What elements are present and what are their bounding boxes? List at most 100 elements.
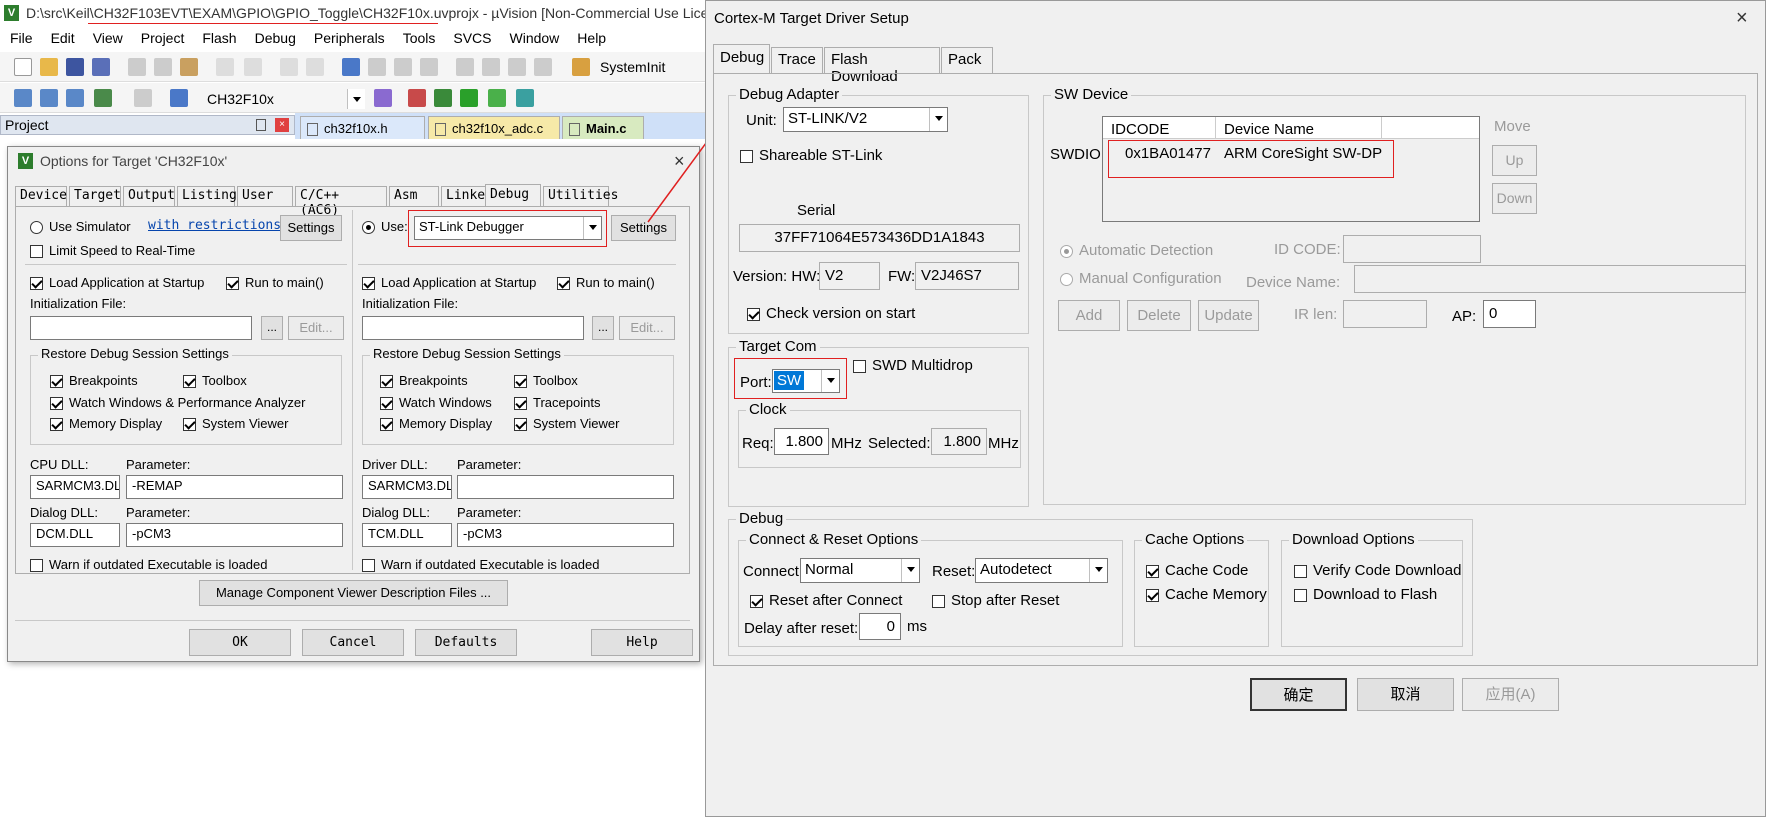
- with-restrictions-link[interactable]: with restrictions: [148, 218, 281, 233]
- req-clock-input[interactable]: 1.800: [774, 428, 829, 455]
- check-version-checkbox[interactable]: Check version on start: [747, 305, 915, 322]
- editor-tab-ch32f10x-h[interactable]: ch32f10x.h: [300, 116, 425, 139]
- nav-back-icon[interactable]: [280, 58, 298, 76]
- batch-build-icon[interactable]: [94, 89, 112, 107]
- editor-tab-main-c[interactable]: Main.c: [562, 116, 644, 139]
- tab-output[interactable]: Output: [123, 186, 175, 206]
- memory-checkbox-left[interactable]: Memory Display: [50, 416, 162, 432]
- add-button[interactable]: Add: [1058, 300, 1120, 331]
- cpu-param-input[interactable]: -REMAP: [126, 475, 343, 499]
- sysviewer-checkbox-right[interactable]: System Viewer: [514, 416, 619, 432]
- tab-debug[interactable]: Debug: [485, 184, 541, 206]
- simulator-settings-button[interactable]: Settings: [280, 215, 342, 241]
- dialog-param-input-right[interactable]: -pCM3: [457, 523, 674, 547]
- ir-len-input[interactable]: [1343, 300, 1427, 328]
- select-packs-icon[interactable]: [488, 89, 506, 107]
- connect-select[interactable]: Normal: [800, 558, 920, 583]
- init-file-browse-left[interactable]: ...: [261, 316, 283, 340]
- init-file-browse-right[interactable]: ...: [592, 316, 614, 340]
- redo-icon[interactable]: [244, 58, 262, 76]
- menu-svcs[interactable]: SVCS: [453, 30, 491, 46]
- menu-project[interactable]: Project: [141, 30, 185, 46]
- stop-after-reset-checkbox[interactable]: Stop after Reset: [932, 592, 1059, 609]
- save-icon[interactable]: [66, 58, 84, 76]
- use-debugger-radio[interactable]: Use:: [362, 219, 408, 235]
- menu-tools[interactable]: Tools: [403, 30, 436, 46]
- manage-component-viewer-button[interactable]: Manage Component Viewer Description File…: [199, 580, 508, 606]
- reset-select[interactable]: Autodetect: [975, 558, 1108, 583]
- manual-config-radio[interactable]: Manual Configuration: [1060, 270, 1222, 287]
- tab-user[interactable]: User: [237, 186, 293, 206]
- target-select[interactable]: CH32F10x: [202, 88, 366, 110]
- update-button[interactable]: Update: [1198, 300, 1259, 331]
- watch-checkbox-right[interactable]: Watch Windows: [380, 395, 492, 411]
- cortex-cancel-button[interactable]: 取消: [1357, 678, 1454, 711]
- ap-input[interactable]: 0: [1483, 300, 1536, 328]
- menu-debug[interactable]: Debug: [255, 30, 296, 46]
- stop-build-icon[interactable]: [134, 89, 152, 107]
- pin-icon[interactable]: [256, 119, 266, 131]
- driver-dll-input[interactable]: SARMCM3.DLL: [362, 475, 452, 499]
- undo-icon[interactable]: [216, 58, 234, 76]
- manage-project-icon[interactable]: [408, 89, 426, 107]
- shareable-checkbox[interactable]: Shareable ST-Link: [740, 147, 882, 164]
- run-to-main-checkbox-left[interactable]: Run to main(): [226, 275, 324, 291]
- new-file-icon[interactable]: [14, 58, 32, 76]
- menu-flash[interactable]: Flash: [202, 30, 236, 46]
- cache-memory-checkbox[interactable]: Cache Memory: [1146, 586, 1267, 603]
- delay-input[interactable]: 0: [859, 613, 901, 640]
- load-app-checkbox-left[interactable]: Load Application at Startup: [30, 275, 204, 291]
- warn-checkbox-left[interactable]: Warn if outdated Executable is loaded: [30, 557, 268, 573]
- find-in-files-icon[interactable]: [572, 58, 590, 76]
- tab-cortex-debug[interactable]: Debug: [713, 44, 770, 74]
- pack-installer-icon[interactable]: [460, 89, 478, 107]
- tab-asm[interactable]: Asm: [389, 186, 439, 206]
- auto-detect-radio[interactable]: Automatic Detection: [1060, 242, 1213, 259]
- ok-button[interactable]: OK: [189, 629, 291, 656]
- tab-cortex-flash-download[interactable]: Flash Download: [824, 47, 940, 85]
- menu-edit[interactable]: Edit: [51, 30, 75, 46]
- menu-file[interactable]: File: [10, 30, 33, 46]
- dialog-dll-input-left[interactable]: DCM.DLL: [30, 523, 120, 547]
- sysviewer-checkbox-left[interactable]: System Viewer: [183, 416, 288, 432]
- cortex-ok-button[interactable]: 确定: [1250, 678, 1347, 711]
- memory-checkbox-right[interactable]: Memory Display: [380, 416, 492, 432]
- build-icon[interactable]: [40, 89, 58, 107]
- bookmark-clear-icon[interactable]: [420, 58, 438, 76]
- load-app-checkbox-right[interactable]: Load Application at Startup: [362, 275, 536, 291]
- tab-listing[interactable]: Listing: [177, 186, 237, 206]
- unit-select[interactable]: ST-LINK/V2: [783, 107, 948, 132]
- copy-icon[interactable]: [154, 58, 172, 76]
- limit-speed-checkbox[interactable]: Limit Speed to Real-Time: [30, 243, 195, 259]
- bookmark-next-icon[interactable]: [394, 58, 412, 76]
- nav-forward-icon[interactable]: [306, 58, 324, 76]
- toolbox-checkbox-right[interactable]: Toolbox: [514, 373, 578, 389]
- translate-icon[interactable]: [14, 89, 32, 107]
- tab-cpp[interactable]: C/C++ (AC6): [295, 186, 387, 218]
- uncomment-icon[interactable]: [534, 58, 552, 76]
- toolbox-checkbox-left[interactable]: Toolbox: [183, 373, 247, 389]
- download-flash-checkbox[interactable]: Download to Flash: [1294, 586, 1437, 603]
- menu-window[interactable]: Window: [510, 30, 560, 46]
- tab-cortex-pack[interactable]: Pack: [941, 47, 993, 74]
- reset-after-connect-checkbox[interactable]: Reset after Connect: [750, 592, 902, 609]
- breakpoints-checkbox-left[interactable]: Breakpoints: [50, 373, 138, 389]
- tab-utilities[interactable]: Utilities: [543, 186, 618, 206]
- runtime-env-icon[interactable]: [516, 89, 534, 107]
- init-file-input-left[interactable]: [30, 316, 252, 340]
- close-pane-icon[interactable]: ×: [275, 118, 289, 132]
- swd-multidrop-checkbox[interactable]: SWD Multidrop: [853, 357, 973, 374]
- verify-code-checkbox[interactable]: Verify Code Download: [1294, 562, 1461, 579]
- use-simulator-radio[interactable]: Use Simulator: [30, 219, 131, 235]
- cache-code-checkbox[interactable]: Cache Code: [1146, 562, 1248, 579]
- bookmark-icon[interactable]: [342, 58, 360, 76]
- cancel-button[interactable]: Cancel: [302, 629, 404, 656]
- save-all-icon[interactable]: [92, 58, 110, 76]
- run-to-main-checkbox-right[interactable]: Run to main(): [557, 275, 655, 291]
- comment-icon[interactable]: [508, 58, 526, 76]
- open-icon[interactable]: [40, 58, 58, 76]
- manage-env-icon[interactable]: [434, 89, 452, 107]
- id-code-input[interactable]: [1343, 235, 1481, 263]
- init-file-input-right[interactable]: [362, 316, 584, 340]
- editor-tab-ch32f10x-adc-c[interactable]: ch32f10x_adc.c: [428, 116, 560, 139]
